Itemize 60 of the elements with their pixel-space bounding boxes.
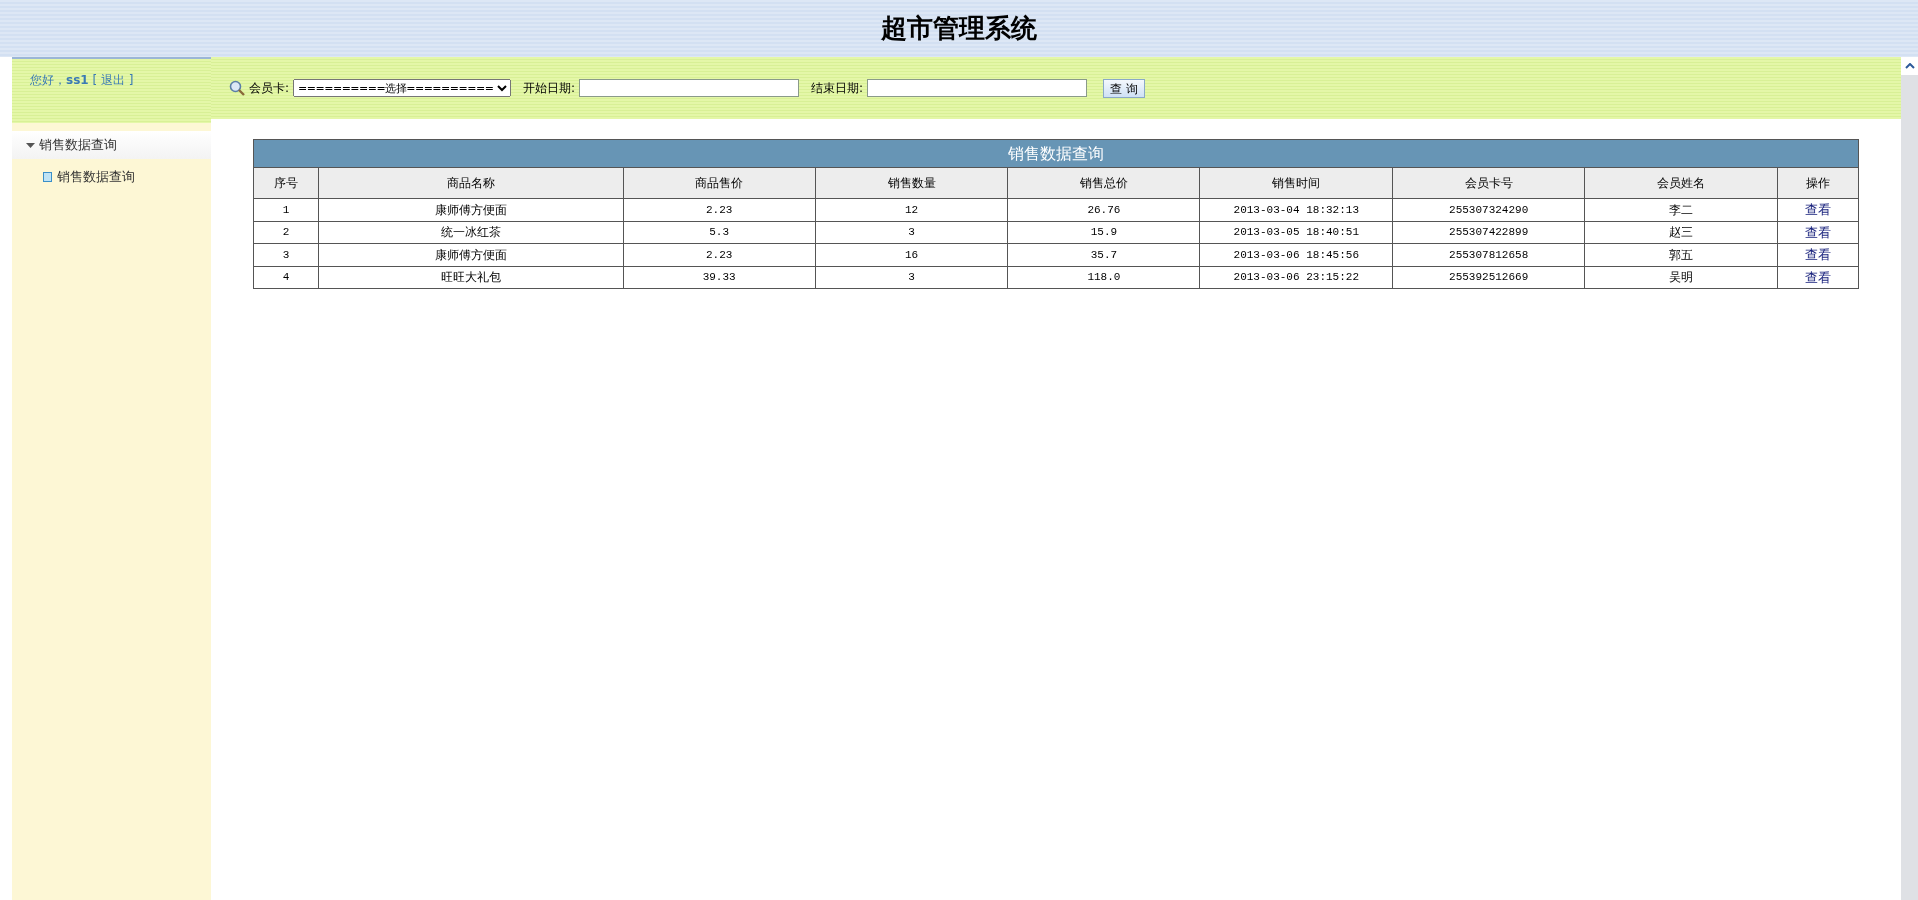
end-date-field[interactable] — [867, 79, 1088, 97]
table-cell: 2013-03-05 18:40:51 — [1199, 221, 1393, 244]
table-cell: 3 — [815, 221, 1008, 244]
table-cell: 吴明 — [1584, 266, 1778, 289]
bracket-text: ] — [128, 73, 134, 87]
table-cell: 39.33 — [623, 266, 816, 289]
scrollbar[interactable] — [1901, 57, 1918, 900]
table-cell: 3 — [253, 243, 319, 266]
menu-group-header[interactable]: 销售数据查询 — [12, 131, 211, 159]
column-header: 销售数量 — [815, 167, 1008, 199]
table-cell: 2.23 — [623, 198, 816, 221]
table-cell: 2 — [253, 221, 319, 244]
column-header: 会员卡号 — [1392, 167, 1585, 199]
table-cell: 郭五 — [1584, 243, 1778, 266]
query-button[interactable]: 查 询 — [1103, 78, 1145, 98]
column-header: 操作 — [1777, 167, 1859, 199]
table-cell: 康师傅方便面 — [318, 243, 624, 266]
search-icon — [229, 80, 245, 96]
table-cell: 旺旺大礼包 — [318, 266, 624, 289]
table-cell: 16 — [815, 243, 1008, 266]
table-cell: 5.3 — [623, 221, 816, 244]
start-date-field[interactable] — [579, 79, 800, 97]
scroll-up-icon[interactable] — [1905, 63, 1915, 69]
table-cell: 1 — [253, 198, 319, 221]
table-cell: 255307422899 — [1392, 221, 1585, 244]
column-header: 会员姓名 — [1584, 167, 1778, 199]
table-cell: 255307812658 — [1392, 243, 1585, 266]
column-header: 商品名称 — [318, 167, 624, 199]
table-cell: 赵三 — [1584, 221, 1778, 244]
table-cell: 255307324290 — [1392, 198, 1585, 221]
logout-link[interactable]: 退出 — [100, 73, 125, 87]
table-cell: 2.23 — [623, 243, 816, 266]
caret-down-icon — [26, 142, 35, 148]
end-date-label: 结束日期: — [811, 80, 864, 97]
column-header: 序号 — [253, 167, 319, 199]
member-card-select[interactable]: ==========选择========== — [293, 79, 512, 97]
table-title: 销售数据查询 — [253, 139, 1859, 168]
column-header: 销售总价 — [1007, 167, 1200, 199]
table-cell: 李二 — [1584, 198, 1778, 221]
page-title: 超市管理系统 — [881, 12, 1037, 45]
member-card-label: 会员卡: — [249, 80, 290, 97]
table-cell: 2013-03-06 18:45:56 — [1199, 243, 1393, 266]
table-cell: 康师傅方便面 — [318, 198, 624, 221]
table-cell: 统一冰红茶 — [318, 221, 624, 244]
table-cell: 26.76 — [1007, 198, 1200, 221]
start-date-label: 开始日期: — [523, 80, 576, 97]
table-cell: 15.9 — [1007, 221, 1200, 244]
column-header: 销售时间 — [1199, 167, 1393, 199]
table-cell: 3 — [815, 266, 1008, 289]
greeting-text: 您好，ss1 [ — [30, 73, 99, 87]
table-cell: 118.0 — [1007, 266, 1200, 289]
table-cell: 35.7 — [1007, 243, 1200, 266]
document-icon — [43, 171, 52, 182]
table-cell: 4 — [253, 266, 319, 289]
column-header: 商品售价 — [623, 167, 816, 199]
table-cell: 2013-03-04 18:32:13 — [1199, 198, 1393, 221]
table-cell: 255392512669 — [1392, 266, 1585, 289]
table-cell: 12 — [815, 198, 1008, 221]
table-cell: 2013-03-06 23:15:22 — [1199, 266, 1393, 289]
menu-item[interactable]: 销售数据查询 — [12, 159, 211, 187]
